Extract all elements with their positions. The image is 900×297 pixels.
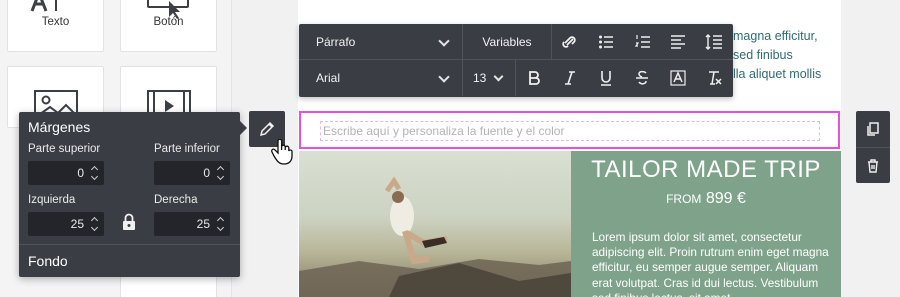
line-height-icon: [705, 34, 722, 50]
font-size-value: 13: [473, 71, 487, 85]
product-title: TAILOR MADE TRIP: [591, 156, 821, 183]
font-family-select[interactable]: Arial: [299, 60, 462, 96]
background-section-label[interactable]: Fondo: [28, 253, 68, 269]
numbered-list-icon: [635, 35, 650, 48]
duplicate-block-button[interactable]: [856, 111, 890, 147]
product-description: Lorem ipsum dolor sit amet, consectetur …: [592, 230, 829, 297]
toolbar-divider: [551, 24, 552, 60]
text-toolbar: Párrafo Variables Arial 13: [299, 24, 733, 97]
italic-button[interactable]: [555, 60, 585, 96]
margin-bottom-input[interactable]: 0: [154, 161, 230, 185]
hand-cursor-icon: [271, 139, 293, 165]
bold-icon: [529, 71, 540, 85]
product-price: 899 €: [705, 190, 746, 207]
block-label-button: Botón: [153, 16, 184, 28]
stepper-arrows-icon[interactable]: [90, 215, 99, 233]
align-left-icon: [671, 35, 685, 49]
canvas-text-line: magna efficitur,: [733, 29, 818, 43]
canvas-text-line: lla aliquet mollis: [733, 67, 822, 81]
margins-popover: Márgenes Parte superior 0 Parte inferior…: [19, 112, 247, 277]
strikethrough-icon: [636, 70, 648, 85]
paragraph-style-select[interactable]: Párrafo: [299, 24, 462, 60]
margin-left-input[interactable]: 25: [28, 212, 104, 236]
block-label-text: Texto: [41, 16, 70, 28]
underline-button[interactable]: [591, 60, 621, 96]
toolbar-row-1: Párrafo Variables: [299, 24, 733, 60]
jumping-person-image: [299, 176, 571, 297]
chevron-down-icon: [438, 71, 450, 83]
text-color-icon: [670, 70, 686, 86]
margin-top-value: 0: [77, 166, 84, 180]
stepper-arrows-icon[interactable]: [216, 164, 225, 182]
paragraph-style-value: Párrafo: [316, 35, 356, 49]
stepper-arrows-icon[interactable]: [90, 164, 99, 182]
block-actions: [856, 111, 890, 183]
margin-bottom-label: Parte inferior: [154, 143, 220, 155]
strikethrough-button[interactable]: [627, 60, 657, 96]
copy-icon: [867, 122, 879, 136]
margin-right-label: Derecha: [154, 194, 198, 206]
margin-left-label: Izquierda: [28, 194, 76, 206]
margin-right-value: 25: [196, 217, 210, 231]
stepper-arrows-icon[interactable]: [216, 215, 225, 233]
margin-bottom-value: 0: [203, 166, 210, 180]
delete-block-button[interactable]: [856, 147, 890, 183]
margin-left-value: 25: [70, 217, 84, 231]
variables-button[interactable]: Variables: [463, 24, 551, 60]
block-tile-button[interactable]: Botón: [120, 0, 217, 52]
bullet-list-icon: [599, 35, 613, 49]
chevron-down-icon: [438, 35, 450, 47]
text-block-editor[interactable]: Escribe aquí y personaliza la fuente y e…: [320, 121, 820, 141]
font-size-select[interactable]: 13: [463, 60, 515, 96]
product-block[interactable]: TAILOR MADE TRIP FROM 899 € Lorem ipsum …: [571, 151, 841, 297]
bold-button[interactable]: [519, 60, 549, 96]
margin-top-label: Parte superior: [28, 143, 101, 155]
product-price-line: FROM 899 €: [571, 190, 841, 208]
margin-top-input[interactable]: 0: [28, 161, 104, 185]
chevron-down-icon: [493, 71, 504, 82]
unlink-icon: [562, 36, 576, 48]
popover-divider: [19, 244, 240, 245]
unlink-button[interactable]: [555, 24, 585, 60]
pencil-icon: [259, 121, 275, 137]
variables-label: Variables: [482, 35, 532, 49]
price-from-label: FROM: [666, 192, 702, 206]
block-tile-text[interactable]: Texto: [7, 0, 104, 52]
align-left-button[interactable]: [663, 24, 693, 60]
trash-icon: [868, 158, 878, 173]
margin-right-input[interactable]: 25: [154, 212, 230, 236]
italic-icon: [565, 71, 575, 85]
clear-format-icon: [709, 71, 722, 85]
underline-icon: [601, 71, 611, 86]
text-color-button[interactable]: [663, 60, 693, 96]
numbered-list-button[interactable]: [628, 24, 658, 60]
hero-image[interactable]: [299, 151, 571, 297]
clear-format-button[interactable]: [699, 60, 729, 96]
margins-title: Márgenes: [28, 119, 91, 135]
line-height-button[interactable]: [699, 24, 729, 60]
lock-icon[interactable]: [122, 213, 136, 231]
font-family-value: Arial: [316, 71, 341, 85]
bullet-list-button[interactable]: [591, 24, 621, 60]
canvas-text-snippet[interactable]: magna efficitur, sed finibus lla aliquet…: [733, 27, 841, 84]
selected-text-block[interactable]: Escribe aquí y personaliza la fuente y e…: [299, 111, 840, 149]
text-block-placeholder: Escribe aquí y personaliza la fuente y e…: [323, 124, 565, 138]
canvas-text-line: sed finibus: [733, 48, 793, 62]
toolbar-row-2: Arial 13: [299, 60, 733, 96]
toolbar-divider: [515, 60, 516, 96]
